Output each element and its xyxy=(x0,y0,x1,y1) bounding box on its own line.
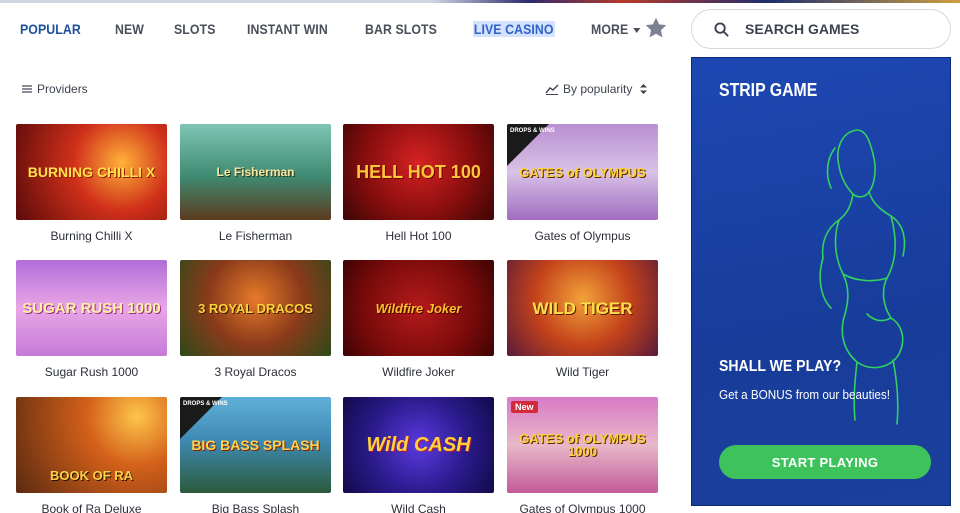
providers-label: Providers xyxy=(37,82,88,96)
game-logo: Le Fisherman xyxy=(216,165,295,179)
filter-lines-icon xyxy=(22,85,32,93)
game-logo: Wildfire Joker xyxy=(375,300,462,316)
game-thumbnail: BURNING CHILLI X xyxy=(16,124,167,220)
promo-title: STRIP GAME xyxy=(719,80,818,100)
game-card-wild-tiger[interactable]: WILD TIGER Wild Tiger xyxy=(507,260,658,379)
game-card-gates-of-olympus-1000[interactable]: GATES of OLYMPUS 1000 New Gates of Olymp… xyxy=(507,397,658,513)
game-title: Gates of Olympus xyxy=(534,229,631,243)
game-title: Sugar Rush 1000 xyxy=(44,365,139,379)
tab-slots[interactable]: SLOTS xyxy=(174,21,216,37)
game-thumbnail: Wildfire Joker xyxy=(343,260,494,356)
game-card-burning-chilli-x[interactable]: BURNING CHILLI X Burning Chilli X xyxy=(16,124,167,243)
game-thumbnail: SUGAR RUSH 1000 xyxy=(16,260,167,356)
game-thumbnail: BOOK OF RA xyxy=(16,397,167,493)
game-title: Book of Ra Deluxe xyxy=(41,502,142,513)
drops-wins-badge: DROPS & WINS xyxy=(510,128,555,134)
game-card-le-fisherman[interactable]: Le Fisherman Le Fisherman xyxy=(180,124,331,243)
search-icon xyxy=(714,21,729,37)
game-logo: Wild CASH xyxy=(366,434,471,456)
game-card-sugar-rush-1000[interactable]: SUGAR RUSH 1000 Sugar Rush 1000 xyxy=(16,260,167,379)
game-title: Burning Chilli X xyxy=(50,229,133,243)
game-card-3-royal-dracos[interactable]: 3 ROYAL DRACOS 3 Royal Dracos xyxy=(180,260,331,379)
chevron-down-icon xyxy=(634,27,642,33)
tab-instant-win[interactable]: INSTANT WIN xyxy=(247,21,328,37)
game-thumbnail: WILD TIGER xyxy=(507,260,658,356)
game-logo: WILD TIGER xyxy=(532,298,633,318)
game-card-wild-cash[interactable]: Wild CASH Wild Cash xyxy=(343,397,494,513)
game-thumbnail: GATES of OLYMPUS DROPS & WINS xyxy=(507,124,658,220)
game-title: Big Bass Splash xyxy=(211,502,300,513)
game-title: Gates of Olympus 1000 xyxy=(519,502,646,513)
drops-wins-badge: DROPS & WINS xyxy=(183,401,228,407)
category-nav: POPULAR NEW SLOTS INSTANT WIN BAR SLOTS … xyxy=(20,14,674,44)
start-playing-button[interactable]: START PLAYING xyxy=(719,445,931,479)
game-thumbnail: Le Fisherman xyxy=(180,124,331,220)
tab-more[interactable]: MORE xyxy=(591,21,642,37)
sort-select[interactable]: By popularity xyxy=(545,82,648,96)
game-card-big-bass-splash[interactable]: BIG BASS SPLASH DROPS & WINS Big Bass Sp… xyxy=(180,397,331,513)
tab-live-casino[interactable]: LIVE CASINO xyxy=(472,21,555,37)
star-icon[interactable] xyxy=(643,15,669,41)
game-card-book-of-ra-deluxe[interactable]: BOOK OF RA Book of Ra Deluxe xyxy=(16,397,167,513)
game-title: Wildfire Joker xyxy=(382,365,455,379)
game-title: Wild Cash xyxy=(391,502,446,513)
game-title: 3 Royal Dracos xyxy=(214,365,297,379)
game-thumbnail: GATES of OLYMPUS 1000 New xyxy=(507,397,658,493)
sort-label: By popularity xyxy=(563,82,633,96)
game-logo: 3 ROYAL DRACOS xyxy=(198,300,313,316)
promo-question: SHALL WE PLAY? xyxy=(719,358,842,375)
providers-filter[interactable]: Providers xyxy=(22,82,88,96)
search-input[interactable] xyxy=(745,21,925,37)
game-title: Le Fisherman xyxy=(218,229,293,243)
strip-game-promo[interactable]: STRIP GAME SHALL WE PLAY? Get a BONUS fr… xyxy=(691,57,951,506)
game-logo: GATES of OLYMPUS 1000 xyxy=(519,431,646,459)
game-logo: BOOK OF RA xyxy=(49,467,134,483)
game-logo: BIG BASS SPLASH xyxy=(191,437,320,453)
game-logo: GATES of OLYMPUS xyxy=(519,164,646,180)
game-thumbnail: HELL HOT 100 xyxy=(343,124,494,220)
game-logo: BURNING CHILLI X xyxy=(27,164,156,180)
trend-chart-icon xyxy=(545,84,559,95)
new-badge: New xyxy=(511,401,538,413)
game-logo: HELL HOT 100 xyxy=(356,162,481,182)
top-strip xyxy=(0,0,960,3)
promo-subtitle: Get a BONUS from our beauties! xyxy=(719,387,891,402)
game-thumbnail: BIG BASS SPLASH DROPS & WINS xyxy=(180,397,331,493)
game-card-gates-of-olympus[interactable]: GATES of OLYMPUS DROPS & WINS Gates of O… xyxy=(507,124,658,243)
tab-more-label: MORE xyxy=(591,21,629,37)
search-box[interactable] xyxy=(691,9,951,49)
game-title: Wild Tiger xyxy=(555,365,610,379)
game-logo: SUGAR RUSH 1000 xyxy=(22,299,161,317)
tab-bar-slots[interactable]: BAR SLOTS xyxy=(365,21,437,37)
game-card-wildfire-joker[interactable]: Wildfire Joker Wildfire Joker xyxy=(343,260,494,379)
game-thumbnail: 3 ROYAL DRACOS xyxy=(180,260,331,356)
sort-arrows-icon xyxy=(640,84,648,94)
game-card-hell-hot-100[interactable]: HELL HOT 100 Hell Hot 100 xyxy=(343,124,494,243)
tab-popular[interactable]: POPULAR xyxy=(20,21,81,37)
game-title: Hell Hot 100 xyxy=(385,229,452,243)
game-thumbnail: Wild CASH xyxy=(343,397,494,493)
tab-new[interactable]: NEW xyxy=(115,21,144,37)
